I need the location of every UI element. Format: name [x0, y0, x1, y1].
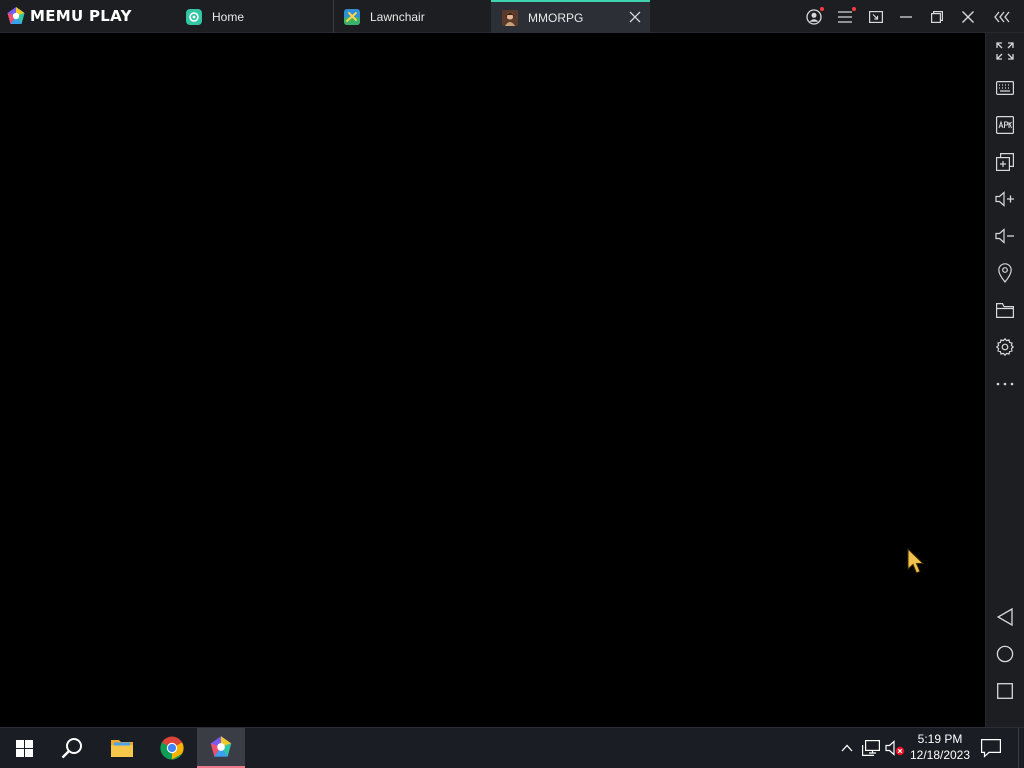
memu-taskbar-icon: [210, 736, 232, 757]
volume-muted-icon: [885, 740, 905, 756]
chrome-icon: [160, 736, 184, 760]
restore-button[interactable]: [926, 6, 948, 28]
memu-home-icon: [186, 8, 202, 25]
mini-mode-icon: [869, 11, 883, 23]
clock[interactable]: 5:19 PM 12/18/2023: [904, 731, 976, 765]
tab-mmorpg-label: MMORPG: [528, 10, 584, 25]
show-hidden-icons-button[interactable]: [837, 738, 857, 758]
volume-down-button[interactable]: [992, 223, 1018, 249]
tab-close-icon[interactable]: [629, 11, 641, 23]
close-icon: [962, 11, 974, 23]
restore-icon: [931, 11, 943, 23]
volume-down-icon: [995, 228, 1014, 244]
android-recents-button[interactable]: [992, 678, 1018, 704]
account-notification-dot: [820, 7, 824, 11]
close-window-button[interactable]: [957, 6, 979, 28]
apk-install-button[interactable]: [992, 112, 1018, 138]
hamburger-menu-icon: [838, 11, 852, 23]
menu-button[interactable]: [834, 6, 856, 28]
settings-icon: [996, 338, 1014, 356]
fullscreen-icon: [996, 42, 1014, 60]
clock-date: 12/18/2023: [909, 748, 971, 762]
fullscreen-button[interactable]: [992, 38, 1018, 64]
network-icon: [862, 740, 880, 756]
keyboard-mapping-button[interactable]: [992, 75, 1018, 101]
mouse-cursor-icon: [907, 548, 925, 574]
collapse-sidebar-icon: [994, 11, 1010, 23]
android-home-button[interactable]: [992, 641, 1018, 667]
keyboard-mapping-icon: [996, 81, 1014, 95]
action-center-icon[interactable]: [980, 738, 1002, 758]
windows-start-icon: [15, 739, 33, 757]
mmorpg-game-icon: [502, 9, 518, 26]
android-recents-icon: [997, 683, 1013, 699]
network-button[interactable]: [861, 738, 881, 758]
lawnchair-app-icon: [344, 8, 360, 25]
search-icon: [61, 738, 82, 759]
start-button[interactable]: [0, 728, 48, 768]
location-button[interactable]: [992, 260, 1018, 286]
tab-mmorpg[interactable]: MMORPG: [491, 0, 650, 33]
memu-taskbar-button[interactable]: [197, 728, 245, 768]
tab-home[interactable]: Home: [186, 0, 334, 33]
volume-button[interactable]: [885, 738, 905, 758]
android-screen[interactable]: [0, 33, 985, 727]
chrome-button[interactable]: [148, 728, 196, 768]
more-button[interactable]: [992, 371, 1018, 397]
account-icon: [806, 9, 822, 25]
minimize-button[interactable]: [895, 6, 917, 28]
shared-folder-button[interactable]: [992, 297, 1018, 323]
android-home-icon: [996, 645, 1014, 663]
memu-logo-icon: [7, 7, 25, 24]
show-hidden-icons-chevron: [841, 744, 853, 752]
android-back-icon: [997, 608, 1013, 626]
tab-lawnchair[interactable]: Lawnchair: [344, 0, 491, 33]
collapse-sidebar-button[interactable]: [992, 6, 1014, 28]
title-bar: MEMU PLAY Home Lawnchair MMORPG: [0, 0, 1024, 33]
volume-up-icon: [995, 191, 1014, 207]
apk-install-icon: [996, 116, 1014, 134]
shared-folder-icon: [996, 302, 1014, 318]
multi-instance-icon: [996, 153, 1014, 171]
file-explorer-icon: [111, 740, 133, 757]
tab-lawnchair-label: Lawnchair: [370, 9, 425, 24]
menu-notification-dot: [852, 7, 856, 11]
file-explorer-button[interactable]: [98, 728, 146, 768]
tab-home-label: Home: [212, 9, 245, 24]
mini-mode-button[interactable]: [865, 6, 887, 28]
more-icon: [996, 382, 1014, 386]
windows-taskbar: 5:19 PM 12/18/2023: [0, 727, 1024, 768]
minimize-icon: [900, 16, 912, 18]
show-desktop-button[interactable]: [1018, 728, 1024, 768]
search-button[interactable]: [48, 728, 96, 768]
volume-up-button[interactable]: [992, 186, 1018, 212]
android-back-button[interactable]: [992, 604, 1018, 630]
brand-name: MEMU PLAY: [30, 7, 132, 25]
settings-button[interactable]: [992, 334, 1018, 360]
right-toolbar: [985, 33, 1024, 727]
location-icon: [998, 263, 1012, 283]
memu-logo: MEMU PLAY: [6, 6, 132, 26]
clock-time: 5:19 PM: [917, 732, 963, 746]
account-button[interactable]: [803, 6, 825, 28]
multi-instance-button[interactable]: [992, 149, 1018, 175]
